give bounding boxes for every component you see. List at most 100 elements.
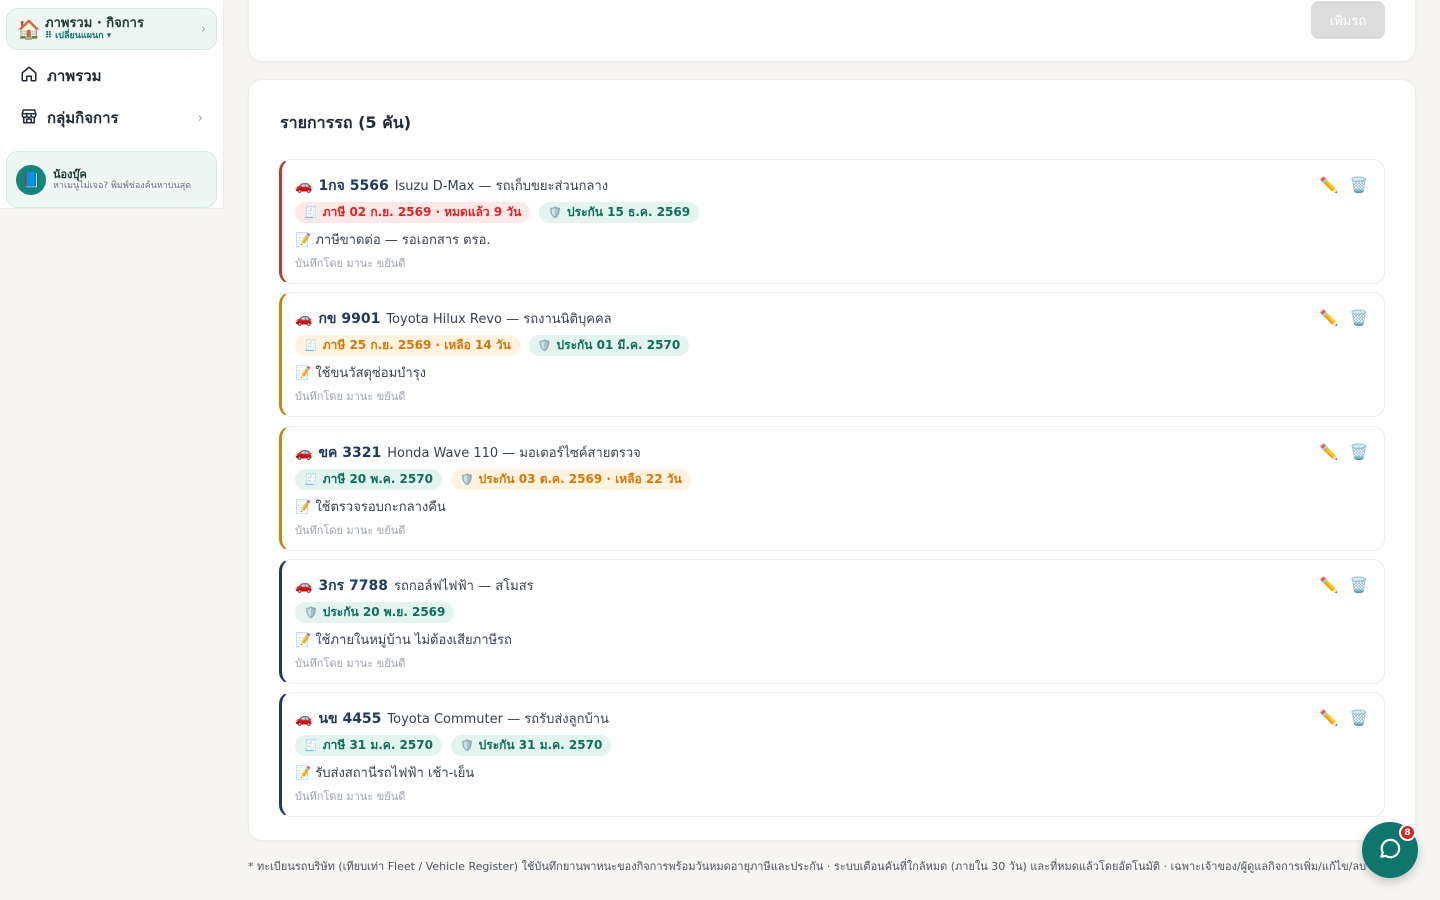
help-name: น้องบุ๊ค	[53, 167, 87, 181]
trash-icon[interactable]: 🗑️	[1350, 576, 1369, 594]
badge-group: 🧾 ภาษี 31 ม.ค. 2570 🛡️ ประกัน 31 ม.ค. 2570	[295, 735, 612, 757]
receipt-icon: 🧾	[304, 339, 318, 353]
edit-pencil-icon[interactable]: ✏️	[1320, 176, 1339, 194]
vehicle-model: รถกอล์ฟไฟฟ้า — สโมสร	[394, 578, 534, 594]
vehicle-header: 🚗 กข 9901 Toyota Hilux Revo — รถงานนิติบุค…	[295, 308, 612, 330]
nav-label: กลุ่มกิจการ	[47, 109, 119, 127]
vehicle-model: Isuzu D-Max — รถเก็บขยะส่วนกลาง	[394, 179, 609, 194]
vehicle-note: 📝 ใช้ขนวัสดุซ่อมบำรุง	[295, 366, 427, 382]
badge-group: 🧾 ภาษี 02 ก.ย. 2569 · หมดแล้ว 9 วัน 🛡️ ประก…	[295, 202, 700, 223]
car-icon: 🚗	[295, 178, 313, 194]
badge-group: 🧾 ภาษี 25 ก.ย. 2569 · เหลือ 14 วัน 🛡️ ประกั…	[295, 335, 690, 357]
row-actions: ✏️ 🗑️	[1320, 309, 1369, 327]
receipt-icon: 🧾	[304, 739, 318, 753]
vehicle-note: 📝 ภาษีขาดต่อ — รอเอกสาร ตรอ.	[295, 233, 491, 248]
add-vehicle-button[interactable]: เพิ่มรถ	[1311, 1, 1385, 39]
car-icon: 🚗	[295, 711, 313, 728]
recorded-by: บันทึกโดย มานะ ขยันดี	[295, 790, 406, 804]
vehicle-model: Honda Wave 110 — มอเตอร์ไซค์สายตรวจ	[387, 445, 641, 461]
badge-text: ประกัน 31 ม.ค. 2570	[478, 738, 603, 753]
status-badge: 🛡️ ประกัน 01 มี.ค. 2570	[528, 335, 690, 357]
edit-pencil-icon[interactable]: ✏️	[1320, 576, 1339, 594]
vehicle-note: 📝 ใช้ภายในหมู่บ้าน ไม่ต้องเสียภาษีรถ	[295, 632, 512, 648]
trash-icon[interactable]: 🗑️	[1350, 176, 1369, 194]
footnote: * ทะเบียนรถบริษัท (เทียบเท่า Fleet / Veh…	[248, 860, 1368, 873]
car-icon: 🚗	[295, 444, 313, 461]
car-icon: 🚗	[295, 577, 313, 594]
vehicle-row: 🚗 ขค 3321 Honda Wave 110 — มอเตอร์ไซค์สายต…	[279, 425, 1385, 551]
row-actions: ✏️ 🗑️	[1320, 176, 1369, 194]
change-department-link[interactable]: ⠿ เปลี่ยนแผนก ▾	[45, 31, 201, 42]
status-badge: 🛡️ ประกัน 20 พ.ย. 2569	[295, 601, 455, 623]
recorded-by: บันทึกโดย มานะ ขยันดี	[295, 656, 406, 670]
vehicle-header: 🚗 ขค 3321 Honda Wave 110 — มอเตอร์ไซค์สายต…	[295, 442, 641, 464]
sidebar: 🏠 ภาพรวม · กิจการ ⠿ เปลี่ยนแผนก ▾ › ภาพร…	[0, 0, 224, 209]
vehicle-list-card: รายการรถ (5 คัน) 🚗 1กจ 5566 Isuzu D-Max — …	[248, 79, 1416, 841]
vehicle-model: Toyota Hilux Revo — รถงานนิติบุคคล	[386, 312, 612, 328]
badge-text: ภาษี 20 พ.ค. 2570	[322, 471, 433, 486]
vehicle-note: 📝 รับส่งสถานีรถไฟฟ้า เช้า-เย็น	[295, 766, 475, 782]
vehicle-header: 🚗 3กร 7788 รถกอล์ฟไฟฟ้า — สโมสร	[295, 575, 534, 597]
vehicle-header: 🚗 1กจ 5566 Isuzu D-Max — รถเก็บขยะส่วนกลาง	[295, 175, 608, 197]
book-icon: 📘	[16, 164, 46, 195]
help-text: น้องบุ๊ค หาเมนูไม่เจอ? พิมพ์ช่องค้นหาบนส…	[53, 168, 191, 192]
license-plate: กข 9901	[318, 311, 381, 328]
workspace-switcher[interactable]: 🏠 ภาพรวม · กิจการ ⠿ เปลี่ยนแผนก ▾ ›	[6, 8, 217, 50]
license-plate: 1กจ 5566	[318, 178, 389, 194]
workspace-text: ภาพรวม · กิจการ ⠿ เปลี่ยนแผนก ▾	[45, 16, 201, 42]
vehicle-row: 🚗 3กร 7788 รถกอล์ฟไฟฟ้า — สโมสร 🛡️ ประกัน 20…	[279, 558, 1385, 684]
trash-icon[interactable]: 🗑️	[1350, 443, 1369, 461]
row-actions: ✏️ 🗑️	[1320, 576, 1369, 594]
workspace-title: ภาพรวม · กิจการ	[45, 16, 144, 31]
recorded-by: บันทึกโดย มานะ ขยันดี	[295, 390, 406, 404]
license-plate: นข 4455	[318, 711, 382, 728]
receipt-icon: 🧾	[304, 472, 318, 486]
car-icon: 🚗	[295, 311, 313, 328]
shield-icon: 🛡️	[537, 339, 552, 353]
help-assistant-card[interactable]: 📘 น้องบุ๊ค หาเมนูไม่เจอ? พิมพ์ช่องค้นหาบ…	[6, 151, 217, 208]
help-subtitle: หาเมนูไม่เจอ? พิมพ์ช่องค้นหาบนสุด	[53, 180, 192, 191]
nav-item-business-group[interactable]: กลุ่มกิจการ ›	[6, 100, 217, 136]
edit-pencil-icon[interactable]: ✏️	[1320, 709, 1339, 727]
nav-label: ภาพรวม	[47, 67, 102, 85]
home-outline-icon	[20, 65, 38, 87]
trash-icon[interactable]: 🗑️	[1350, 309, 1369, 327]
vehicle-note: 📝 ใช้ตรวจรอบกะกลางคืน	[295, 499, 446, 515]
chevron-right-icon: ›	[197, 110, 203, 126]
badge-text: ประกัน 20 พ.ย. 2569	[322, 604, 446, 619]
badge-text: ภาษี 02 ก.ย. 2569 · หมดแล้ว 9 วัน	[322, 205, 522, 219]
chat-bubble-icon	[1377, 835, 1403, 865]
vehicle-model: Toyota Commuter — รถรับส่งลูกบ้าน	[387, 712, 609, 728]
vehicle-row: 🚗 นข 4455 Toyota Commuter — รถรับส่งลูกบ้า…	[279, 692, 1385, 818]
row-actions: ✏️ 🗑️	[1320, 709, 1369, 727]
nav-item-overview[interactable]: ภาพรวม	[6, 58, 217, 94]
badge-text: ประกัน 01 มี.ค. 2570	[556, 338, 681, 353]
chevron-right-icon: ›	[200, 21, 206, 37]
home-icon: 🏠	[17, 18, 41, 41]
edit-pencil-icon[interactable]: ✏️	[1320, 443, 1339, 461]
license-plate: ขค 3321	[318, 444, 382, 461]
status-badge: 🛡️ ประกัน 31 ม.ค. 2570	[450, 735, 612, 757]
shield-icon: 🛡️	[548, 206, 563, 219]
vehicle-row: 🚗 1กจ 5566 Isuzu D-Max — รถเก็บขยะส่วนกลาง…	[279, 159, 1385, 284]
vehicle-row: 🚗 กข 9901 Toyota Hilux Revo — รถงานนิติบุค…	[279, 292, 1385, 418]
trash-icon[interactable]: 🗑️	[1350, 709, 1369, 727]
badge-group: 🧾 ภาษี 20 พ.ค. 2570 🛡️ ประกัน 03 ต.ค. 2569 …	[295, 468, 691, 490]
status-badge: 🛡️ ประกัน 03 ต.ค. 2569 · เหลือ 22 วัน	[450, 468, 691, 490]
notification-badge: 8	[1399, 824, 1416, 841]
edit-pencil-icon[interactable]: ✏️	[1320, 309, 1339, 327]
status-badge: 🧾 ภาษี 31 ม.ค. 2570	[295, 735, 442, 757]
receipt-icon: 🧾	[304, 206, 318, 219]
vehicle-header: 🚗 นข 4455 Toyota Commuter — รถรับส่งลูกบ้า…	[295, 708, 609, 730]
badge-text: ประกัน 15 ธ.ค. 2569	[567, 205, 691, 219]
shield-icon: 🛡️	[304, 605, 318, 619]
badge-text: ภาษี 31 ม.ค. 2570	[322, 738, 433, 753]
license-plate: 3กร 7788	[318, 577, 389, 594]
badge-text: ภาษี 25 ก.ย. 2569 · เหลือ 14 วัน	[322, 338, 511, 353]
shield-icon: 🛡️	[459, 739, 474, 753]
store-icon	[20, 107, 38, 129]
status-badge: 🧾 ภาษี 25 ก.ย. 2569 · เหลือ 14 วัน	[295, 335, 520, 357]
status-badge: 🧾 ภาษี 20 พ.ค. 2570	[295, 468, 442, 490]
shield-icon: 🛡️	[459, 472, 474, 486]
chat-button[interactable]: 8	[1362, 822, 1418, 878]
